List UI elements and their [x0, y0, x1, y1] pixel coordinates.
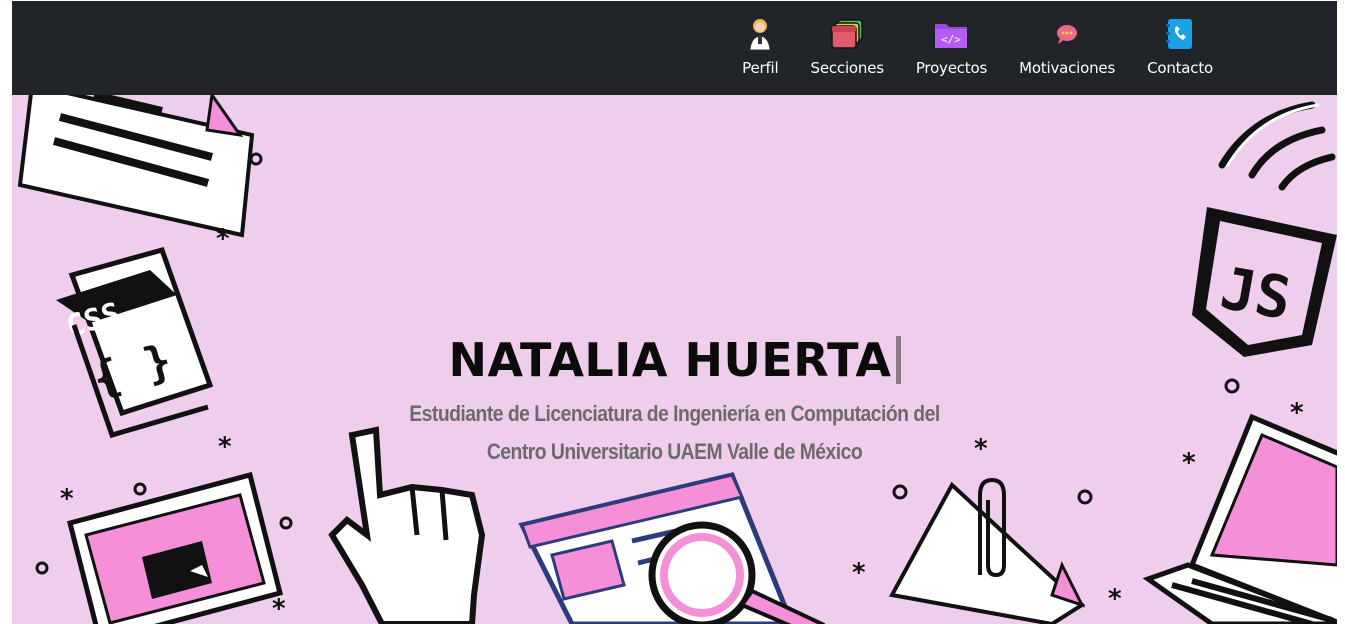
clipped-paper-illustration — [888, 477, 1086, 624]
woman-profile-icon — [749, 19, 771, 51]
hero-name-text: NATALIA HUERTA — [448, 333, 892, 387]
nav-list: Perfil Secciones </> Proyectos Motivacio… — [726, 17, 1229, 77]
nav-item-proyectos[interactable]: </> Proyectos — [900, 17, 1003, 77]
hero-subtitle-line-2: Centro Universitario UAEM Valle de Méxic… — [486, 439, 863, 464]
nav-item-secciones[interactable]: Secciones — [795, 17, 900, 77]
stacked-cards-icon — [831, 19, 863, 49]
svg-text:</>: </> — [942, 33, 962, 46]
top-navbar: Perfil Secciones </> Proyectos Motivacio… — [12, 1, 1337, 95]
nav-item-perfil[interactable]: Perfil — [726, 17, 794, 77]
svg-text:*: * — [1108, 584, 1122, 614]
signal-arcs-illustration — [1218, 101, 1336, 191]
monitor-illustration — [66, 471, 284, 624]
nav-label: Secciones — [810, 59, 885, 77]
svg-text:*: * — [1290, 398, 1304, 428]
nav-item-motivaciones[interactable]: Motivaciones — [1003, 17, 1131, 77]
hero-name: NATALIA HUERTA — [12, 333, 1337, 387]
hero-subtitle-line-1: Estudiante de Licenciatura de Ingeniería… — [409, 401, 940, 426]
js-badge-text: JS — [1216, 254, 1297, 333]
speech-bubble-icon — [1057, 25, 1078, 44]
svg-text:*: * — [272, 594, 286, 624]
typing-cursor — [895, 336, 901, 384]
nav-label: Motivaciones — [1019, 59, 1116, 77]
svg-text:*: * — [852, 558, 866, 588]
code-folder-icon: </> — [935, 24, 968, 48]
nav-label: Proyectos — [915, 59, 988, 77]
hero-banner: * CSS { } * * * * * * * * JS NATALIA HUE… — [12, 95, 1337, 624]
phone-contact-icon — [1166, 19, 1193, 49]
hero-subtitle: Estudiante de Licenciatura de Ingeniería… — [92, 395, 1258, 471]
document-illustration — [17, 95, 255, 238]
browser-window-illustration — [518, 472, 826, 624]
svg-text:*: * — [60, 484, 74, 514]
nav-label: Perfil — [742, 59, 779, 77]
svg-text:*: * — [216, 224, 230, 254]
nav-label: Contacto — [1147, 59, 1213, 77]
nav-item-contacto[interactable]: Contacto — [1131, 17, 1229, 77]
